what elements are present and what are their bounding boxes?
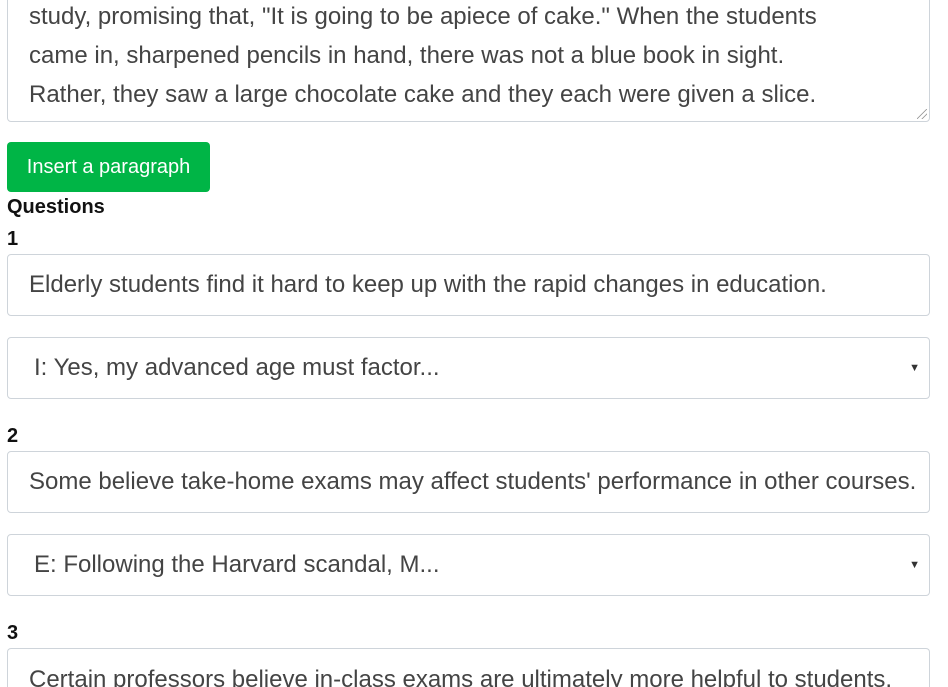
questions-heading: Questions bbox=[7, 196, 105, 218]
question-number: 3 bbox=[7, 622, 19, 644]
answer-select[interactable]: I: Yes, my advanced age must factor... ▼ bbox=[7, 337, 930, 399]
chevron-down-icon: ▼ bbox=[909, 559, 920, 571]
passage-textarea[interactable]: study, promising that, "It is going to b… bbox=[7, 0, 930, 122]
question-number: 1 bbox=[7, 228, 19, 250]
answer-select-value: I: Yes, my advanced age must factor... bbox=[34, 354, 440, 381]
question-text: Some believe take-home exams may affect … bbox=[29, 468, 917, 495]
passage-line: Rather, they saw a large chocolate cake … bbox=[29, 81, 817, 108]
insert-paragraph-button[interactable]: Insert a paragraph bbox=[7, 142, 210, 192]
passage-line: study, promising that, "It is going to b… bbox=[29, 3, 817, 30]
question-text: Elderly students find it hard to keep up… bbox=[29, 271, 827, 298]
question-input[interactable]: Certain professors believe in-class exam… bbox=[7, 648, 930, 687]
chevron-down-icon: ▼ bbox=[909, 362, 920, 374]
passage-line: came in, sharpened pencils in hand, ther… bbox=[29, 42, 785, 69]
question-text: Certain professors believe in-class exam… bbox=[29, 666, 893, 687]
question-input[interactable]: Elderly students find it hard to keep up… bbox=[7, 254, 930, 316]
question-number: 2 bbox=[7, 425, 19, 447]
resize-handle-icon[interactable] bbox=[917, 109, 927, 119]
answer-select[interactable]: E: Following the Harvard scandal, M... ▼ bbox=[7, 534, 930, 596]
question-input[interactable]: Some believe take-home exams may affect … bbox=[7, 451, 930, 513]
answer-select-value: E: Following the Harvard scandal, M... bbox=[34, 551, 440, 578]
